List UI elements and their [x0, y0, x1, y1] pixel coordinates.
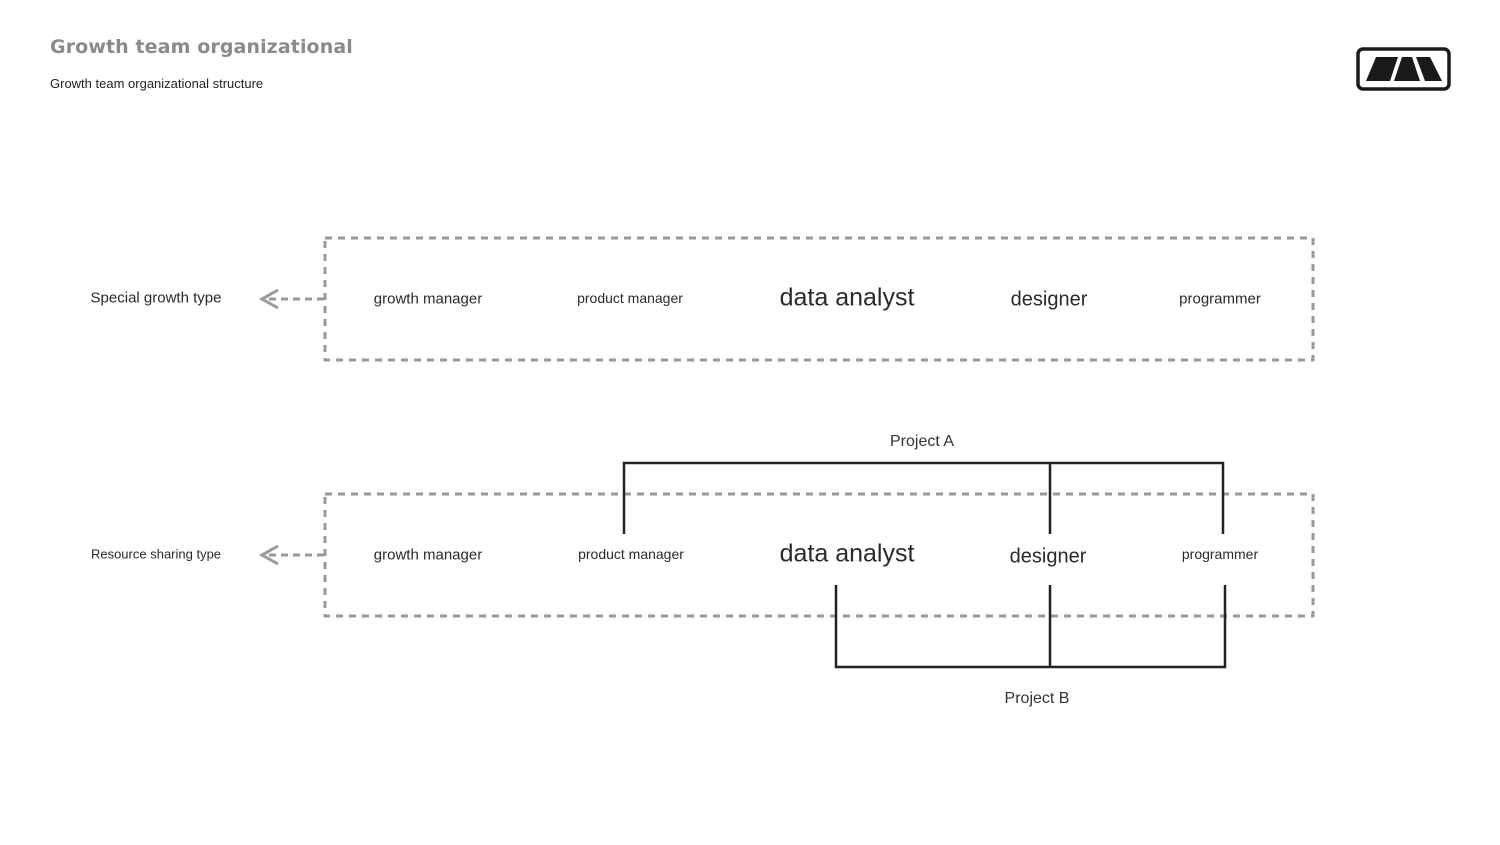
role-programmer: programmer — [1179, 290, 1261, 308]
special-growth-arrow-icon — [258, 288, 324, 310]
project-b-label: Project B — [1004, 690, 1070, 707]
role-product-manager: product manager — [578, 546, 684, 562]
role-designer: designer — [1010, 288, 1088, 311]
role-growth-manager: growth manager — [373, 290, 483, 308]
role-programmer: programmer — [1181, 546, 1259, 562]
role-product-manager: product manager — [577, 290, 683, 306]
project-a-bracket — [622, 461, 1225, 534]
org-diagram — [258, 236, 1315, 669]
special-growth-type-label: Special growth type — [90, 289, 222, 307]
role-data-analyst: data analyst — [779, 283, 915, 312]
resource-sharing-arrow-icon — [258, 544, 324, 566]
role-growth-manager: growth manager — [373, 546, 483, 564]
role-data-analyst: data analyst — [779, 539, 915, 568]
project-b-bracket — [834, 585, 1227, 669]
project-a-label: Project A — [889, 433, 955, 450]
role-designer: designer — [1009, 545, 1087, 568]
resource-sharing-type-label: Resource sharing type — [90, 546, 222, 562]
